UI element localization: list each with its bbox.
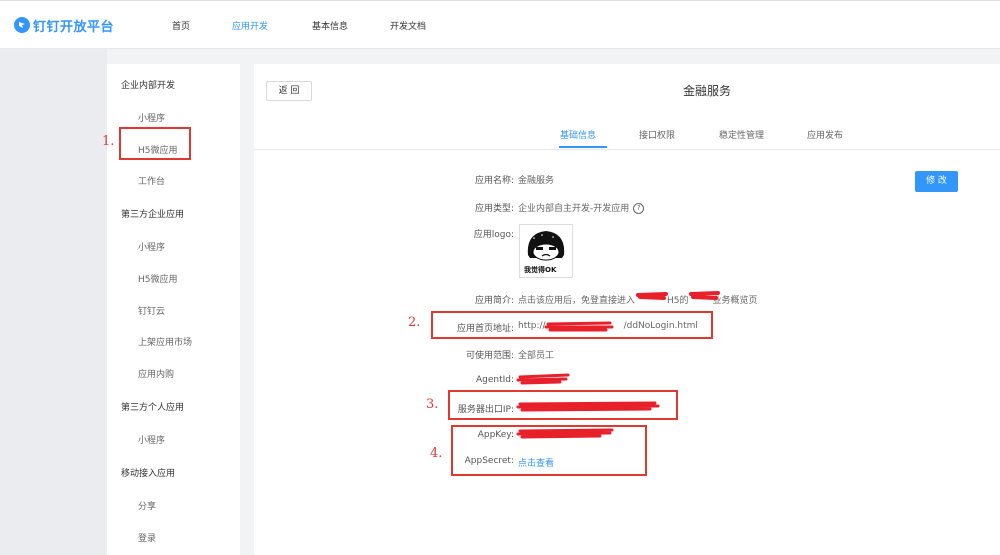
annotation-label-2: 2. <box>408 315 421 330</box>
annotation-box-4 <box>451 425 647 476</box>
annotation-label-4: 4. <box>430 446 443 461</box>
annotation-label-3: 3. <box>426 397 439 412</box>
redaction-description-1 <box>636 292 668 300</box>
redaction-agentid <box>516 373 570 385</box>
annotation-box-2 <box>431 311 713 339</box>
redaction-description-2 <box>689 291 720 300</box>
annotation-box-3 <box>448 390 678 420</box>
